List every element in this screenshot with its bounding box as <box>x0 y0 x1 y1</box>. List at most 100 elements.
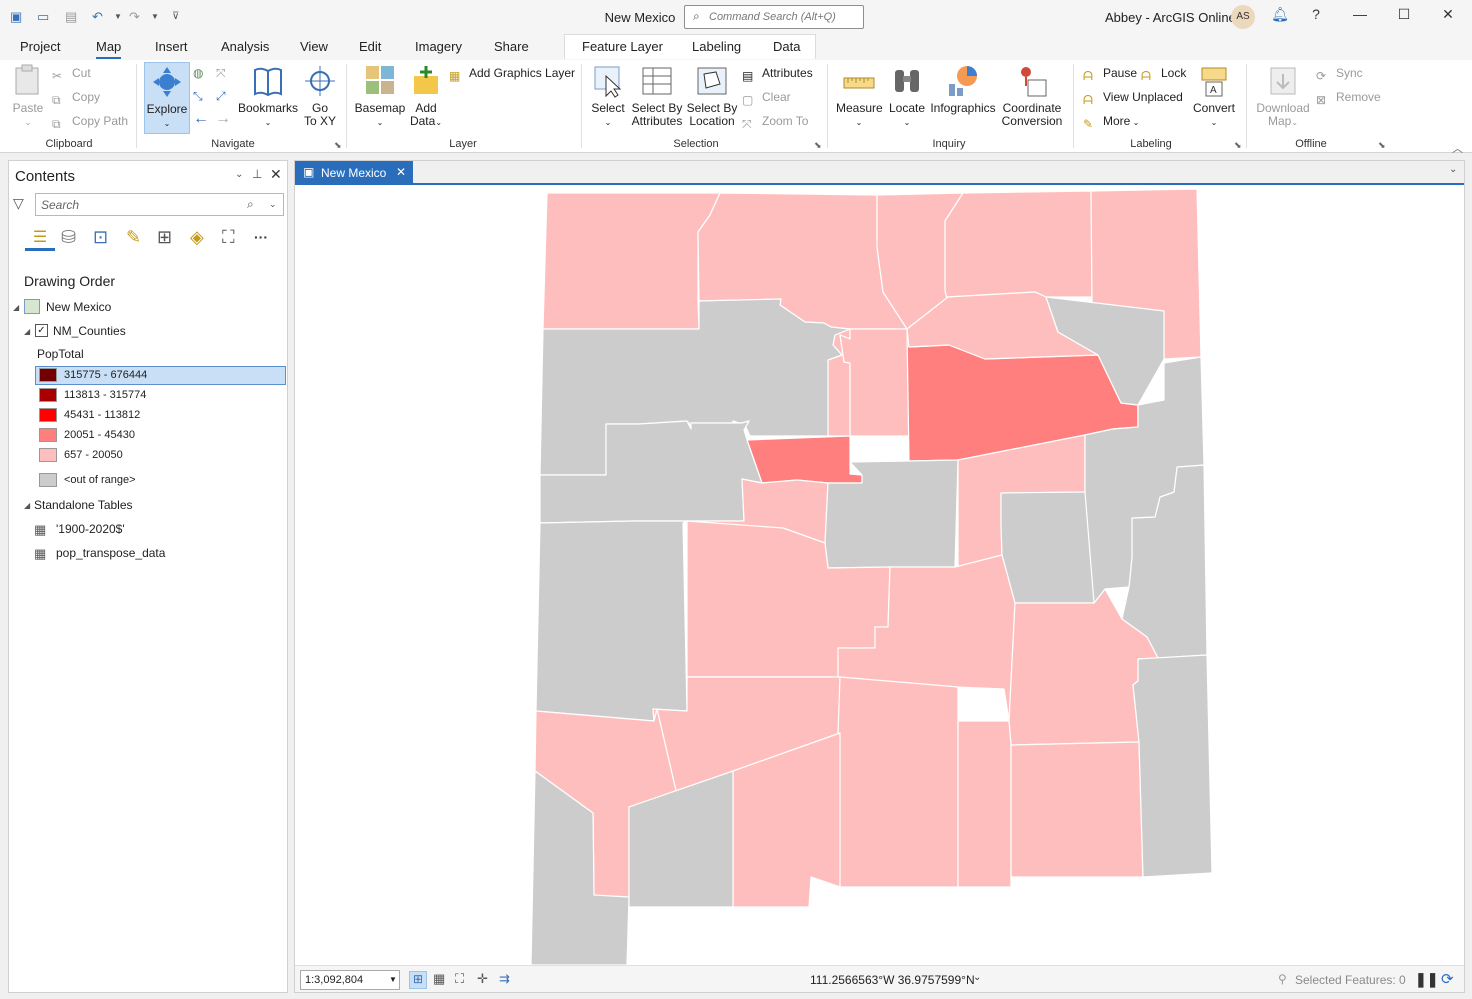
fixed-extent-icon[interactable]: ⊞ <box>409 971 427 989</box>
legend-swatch[interactable] <box>39 388 57 402</box>
redo-icon[interactable]: ↷ <box>129 9 140 25</box>
remove-button[interactable]: ⊠ Remove <box>1316 90 1381 107</box>
tab-imagery[interactable]: Imagery <box>415 39 462 54</box>
attributes-button[interactable]: ▤ Attributes <box>742 66 813 83</box>
tab-view[interactable]: View <box>300 39 328 54</box>
navigate-launcher-icon[interactable]: ⬊ <box>334 140 342 151</box>
avatar[interactable]: AS <box>1231 5 1255 29</box>
close-pane-icon[interactable]: ✕ <box>270 166 282 183</box>
toc-table-2[interactable]: pop_transpose_data <box>56 546 165 560</box>
zoom-in-fixed-icon[interactable]: ⤡ <box>193 89 203 104</box>
tab-data[interactable]: Data <box>773 39 800 54</box>
legend-swatch[interactable] <box>39 448 57 462</box>
select-by-attributes-button[interactable]: Select By Attributes <box>630 64 684 128</box>
paste-button[interactable]: Paste ⌄ <box>10 64 46 129</box>
list-by-data-source-icon[interactable]: ⛁ <box>61 227 76 248</box>
tab-analysis[interactable]: Analysis <box>221 39 269 54</box>
go-to-xy-button[interactable]: Go To XY <box>302 64 338 128</box>
coordinate-conversion-button[interactable]: Coordinate Conversion <box>1000 64 1064 128</box>
undo-icon[interactable]: ↶ <box>92 9 103 25</box>
collapse-triangle-icon[interactable]: ◢ <box>24 501 30 510</box>
select-button[interactable]: Select ⌄ <box>590 64 626 129</box>
county[interactable] <box>839 328 910 437</box>
zoom-to-button[interactable]: ⤧ Zoom To <box>742 114 808 131</box>
pin-icon[interactable]: ⊥ <box>252 167 262 181</box>
add-data-button[interactable]: Add Data⌄ <box>408 64 444 129</box>
toc-layer-name[interactable]: NM_Counties <box>53 324 126 338</box>
county[interactable] <box>542 192 721 330</box>
collapse-ribbon-icon[interactable]: ︿ <box>1452 140 1463 156</box>
legend-swatch[interactable] <box>39 368 57 382</box>
next-extent-icon[interactable]: → <box>215 110 231 128</box>
tab-share[interactable]: Share <box>494 39 529 54</box>
county[interactable] <box>1132 654 1213 878</box>
collapse-triangle-icon[interactable]: ◢ <box>13 303 19 312</box>
help-icon[interactable]: ? <box>1304 6 1328 28</box>
pause-drawing-icon[interactable]: ❚❚ <box>1415 971 1438 988</box>
search-icon[interactable]: ⌕ <box>247 197 254 212</box>
new-project-icon[interactable]: ▣ <box>10 9 22 25</box>
tab-edit[interactable]: Edit <box>359 39 381 54</box>
tab-insert[interactable]: Insert <box>155 39 188 54</box>
coordinate-format-dropdown-icon[interactable]: ⌄ <box>973 972 981 983</box>
tab-map[interactable]: Map <box>96 39 122 59</box>
more-labeling-button[interactable]: ✎ More ⌄ <box>1083 114 1139 131</box>
view-unplaced-button[interactable]: ᗩ View Unplaced <box>1083 90 1183 107</box>
locate-button[interactable]: Locate ⌄ <box>886 64 928 129</box>
add-graphics-layer-button[interactable]: ▦ Add Graphics Layer <box>449 66 575 83</box>
labeling-launcher-icon[interactable]: ⬊ <box>1234 140 1242 151</box>
infographics-button[interactable]: Infographics <box>929 64 997 115</box>
legend-swatch[interactable] <box>39 408 57 422</box>
full-extent-icon[interactable]: ◍ <box>193 66 203 80</box>
snapping-icon[interactable]: ⛶ <box>455 971 464 987</box>
legend-swatch[interactable] <box>39 428 57 442</box>
list-by-labeling-icon[interactable]: ◈ <box>190 227 204 248</box>
county[interactable] <box>957 720 1012 888</box>
explore-button[interactable]: Explore ⌄ <box>144 62 190 134</box>
list-by-snapping-icon[interactable]: ⊞ <box>157 227 172 248</box>
minimize-icon[interactable]: — <box>1348 6 1372 28</box>
scale-selector[interactable]: 1:3,092,804 ▼ <box>300 970 400 990</box>
clear-button[interactable]: ▢ Clear <box>742 90 791 107</box>
close-icon[interactable]: ✕ <box>1436 6 1460 28</box>
layer-visibility-checkbox[interactable]: ✓ <box>35 324 48 337</box>
convert-button[interactable]: A Convert ⌄ <box>1190 64 1238 129</box>
search-dropdown-icon[interactable]: ⌄ <box>269 199 277 210</box>
county[interactable] <box>1010 741 1144 878</box>
rotation-icon[interactable]: ⇉ <box>499 971 510 987</box>
list-by-selection-icon[interactable]: ⊡ <box>93 227 108 248</box>
notification-icon[interactable]: 🔔︎ <box>1268 6 1292 28</box>
county[interactable] <box>535 520 688 722</box>
pane-options-icon[interactable]: ⌄ <box>235 169 243 180</box>
collapse-triangle-icon[interactable]: ◢ <box>24 327 30 336</box>
tab-feature-layer[interactable]: Feature Layer <box>582 39 663 54</box>
map-canvas[interactable] <box>295 187 1464 965</box>
sync-button[interactable]: ⟳ Sync <box>1316 66 1363 83</box>
selection-launcher-icon[interactable]: ⬊ <box>814 140 822 151</box>
toc-table-1[interactable]: '1900-2020$' <box>56 522 125 536</box>
pause-labeling-button[interactable]: ᗩ Pause <box>1083 66 1137 83</box>
county[interactable] <box>944 190 1093 299</box>
copy-path-button[interactable]: ⧉ Copy Path <box>52 114 128 131</box>
cut-button[interactable]: ✂ Cut <box>52 66 91 83</box>
previous-extent-icon[interactable]: ← <box>193 110 209 128</box>
correction-icon[interactable]: ✛ <box>477 971 488 987</box>
filter-icon[interactable]: ▽ <box>13 195 24 212</box>
open-project-icon[interactable]: ▭ <box>37 9 49 25</box>
county[interactable] <box>746 435 863 484</box>
select-by-location-button[interactable]: Select By Location <box>686 64 738 128</box>
list-by-editing-icon[interactable]: ✎ <box>126 227 141 248</box>
map-tab[interactable]: ▣ New Mexico ✕ <box>295 161 413 185</box>
measure-button[interactable]: Measure ⌄ <box>836 64 883 129</box>
zoom-out-fixed-icon[interactable]: ⤢ <box>216 89 226 104</box>
basemap-button[interactable]: Basemap ⌄ <box>354 64 406 129</box>
tab-project[interactable]: Project <box>20 39 60 54</box>
county[interactable] <box>837 676 959 888</box>
download-map-button[interactable]: Download Map⌄ <box>1254 64 1312 129</box>
list-by-drawing-order-icon[interactable]: ☰ <box>25 227 55 251</box>
tab-list-dropdown-icon[interactable]: ⌄ <box>1449 164 1457 175</box>
legend-swatch[interactable] <box>39 473 57 487</box>
toc-map-name[interactable]: New Mexico <box>46 300 111 314</box>
lock-labels-button[interactable]: ᗩ Lock <box>1141 66 1186 83</box>
redo-dropdown-icon[interactable]: ▼ <box>151 12 159 21</box>
